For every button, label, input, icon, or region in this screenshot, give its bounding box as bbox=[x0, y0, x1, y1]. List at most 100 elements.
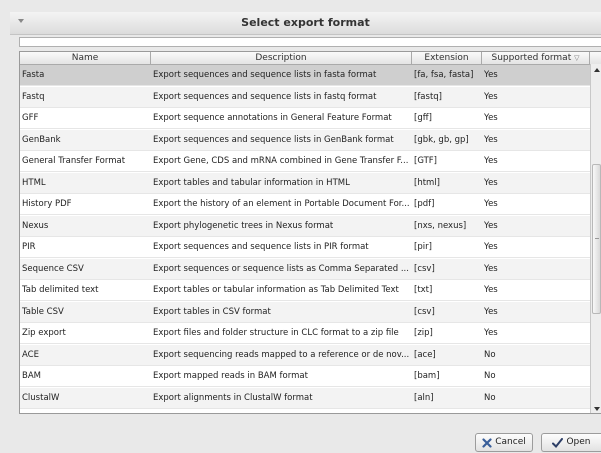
format-name: Sequence CSV bbox=[22, 263, 84, 274]
format-name: PIR bbox=[22, 242, 36, 252]
table-row[interactable]: Table CSV Export tables in CSV format [csv… bbox=[20, 301, 590, 323]
table-row[interactable]: GenBank Export sequences and sequence lis… bbox=[20, 129, 590, 151]
scrollbar-thumb[interactable] bbox=[592, 164, 601, 314]
table-row[interactable]: Fastq Export sequences and sequence lists… bbox=[20, 86, 590, 108]
scroll-up-icon[interactable] bbox=[594, 68, 600, 72]
format-supported: Yes bbox=[484, 306, 498, 317]
format-name: Tab delimited text bbox=[22, 285, 99, 295]
format-supported: Yes bbox=[484, 177, 498, 188]
format-name: Table CSV bbox=[22, 306, 64, 317]
format-description: Export mapped reads in BAM format bbox=[153, 371, 308, 381]
cancel-button[interactable]: Cancel bbox=[475, 433, 533, 452]
scroll-down-icon[interactable] bbox=[594, 407, 600, 411]
format-extension: [csv] bbox=[414, 306, 435, 317]
format-name: GFF bbox=[22, 113, 39, 123]
table-row[interactable]: ClustalW Export alignments in ClustalW fo… bbox=[20, 387, 590, 409]
format-supported: No bbox=[484, 371, 496, 381]
window-titlebar: Select export format bbox=[10, 12, 601, 35]
table-row[interactable]: General Transfer Format Export Gene, CDS … bbox=[20, 151, 590, 172]
format-name: Nexus bbox=[22, 220, 49, 231]
format-supported: Yes bbox=[484, 285, 498, 295]
format-supported: Yes bbox=[484, 134, 498, 145]
table-row[interactable]: Fasta Export sequences and sequence lists… bbox=[20, 65, 590, 86]
open-button[interactable]: Open bbox=[541, 433, 601, 452]
table-row[interactable]: ACE Export sequencing reads mapped to a r… bbox=[20, 344, 590, 366]
format-extension: [fastq] bbox=[414, 91, 442, 102]
format-extension: [fa, fsa, fasta] bbox=[414, 70, 474, 80]
table-row[interactable]: Sequence CSV Export sequences or sequence… bbox=[20, 258, 590, 280]
format-supported: Yes bbox=[484, 70, 498, 80]
format-description: Export Gene, CDS and mRNA combined in Ge… bbox=[153, 156, 409, 166]
format-supported: No bbox=[484, 392, 496, 403]
format-description: Export tables or tabular information as … bbox=[153, 285, 399, 295]
format-extension: [csv] bbox=[414, 263, 435, 274]
format-supported: Yes bbox=[484, 199, 498, 209]
format-extension: [pir] bbox=[414, 242, 432, 252]
format-name: ACE bbox=[22, 349, 39, 360]
column-header-supported-format[interactable]: Supported format ▽ bbox=[482, 52, 590, 64]
format-name: Fastq bbox=[22, 91, 45, 102]
format-description: Export sequences and sequence lists in f… bbox=[153, 91, 377, 102]
format-supported: Yes bbox=[484, 113, 498, 123]
format-supported: Yes bbox=[484, 328, 498, 338]
format-description: Export sequencing reads mapped to a refe… bbox=[153, 349, 410, 360]
table-row[interactable]: Tab delimited text Export tables or tabul… bbox=[20, 280, 590, 301]
format-description: Export sequences and sequence lists in P… bbox=[153, 242, 369, 252]
format-extension: [aln] bbox=[414, 392, 434, 403]
format-name: History PDF bbox=[22, 199, 72, 209]
format-supported: Yes bbox=[484, 242, 498, 252]
format-name: ClustalW bbox=[22, 392, 60, 403]
sort-descending-icon: ▽ bbox=[574, 54, 580, 62]
format-supported: Yes bbox=[484, 220, 498, 231]
table-row[interactable]: Zip export Export files and folder struct… bbox=[20, 323, 590, 344]
filter-input[interactable] bbox=[19, 37, 601, 47]
format-supported: Yes bbox=[484, 91, 498, 102]
format-description: Export sequences and sequence lists in f… bbox=[153, 70, 377, 80]
format-supported: No bbox=[484, 349, 496, 360]
format-description: Export phylogenetic trees in Nexus forma… bbox=[153, 220, 334, 231]
format-name: Zip export bbox=[22, 328, 66, 338]
format-name: GenBank bbox=[22, 134, 61, 145]
format-extension: [gff] bbox=[414, 113, 432, 123]
format-description: Export sequences or sequence lists as Co… bbox=[153, 263, 409, 274]
format-extension: [gbk, gb, gp] bbox=[414, 134, 469, 145]
format-extension: [ace] bbox=[414, 349, 436, 360]
table-row[interactable]: PIR Export sequences and sequence lists i… bbox=[20, 237, 590, 258]
format-extension: [bam] bbox=[414, 371, 440, 381]
format-description: Export alignments in ClustalW format bbox=[153, 392, 313, 403]
table-row[interactable]: HTML Export tables and tabular informatio… bbox=[20, 172, 590, 194]
format-name: BAM bbox=[22, 371, 41, 381]
table-row[interactable]: Nexus Export phylogenetic trees in Nexus … bbox=[20, 215, 590, 237]
x-icon bbox=[482, 437, 492, 448]
table-row[interactable]: GFF Export sequence annotations in Genera… bbox=[20, 108, 590, 129]
format-extension: [html] bbox=[414, 177, 440, 188]
open-label: Open bbox=[566, 437, 591, 447]
format-description: Export tables in CSV format bbox=[153, 306, 271, 317]
format-name: General Transfer Format bbox=[22, 156, 126, 166]
table-row[interactable]: BAM Export mapped reads in BAM format [bam… bbox=[20, 366, 590, 387]
table-header: Name Description Extension Supported for… bbox=[20, 52, 601, 65]
column-header-name[interactable]: Name bbox=[20, 52, 151, 64]
format-extension: [txt] bbox=[414, 285, 433, 295]
checkmark-icon bbox=[552, 437, 564, 448]
column-header-extension[interactable]: Extension bbox=[412, 52, 482, 64]
format-description: Export tables and tabular information in… bbox=[153, 177, 350, 188]
export-format-table: Name Description Extension Supported for… bbox=[19, 51, 601, 414]
format-supported: Yes bbox=[484, 263, 498, 274]
format-description: Export the history of an element in Port… bbox=[153, 199, 410, 209]
column-header-description[interactable]: Description bbox=[151, 52, 412, 64]
format-description: Export sequences and sequence lists in G… bbox=[153, 134, 394, 145]
format-extension: [zip] bbox=[414, 328, 433, 338]
format-supported: Yes bbox=[484, 156, 498, 166]
cancel-label: Cancel bbox=[495, 437, 526, 447]
format-name: HTML bbox=[22, 177, 46, 188]
format-description: Export sequence annotations in General F… bbox=[153, 113, 392, 123]
window-title: Select export format bbox=[241, 16, 370, 29]
format-extension: [nxs, nexus] bbox=[414, 220, 467, 231]
format-name: Fasta bbox=[22, 70, 45, 80]
table-row[interactable]: History PDF Export the history of an elem… bbox=[20, 194, 590, 215]
format-extension: [pdf] bbox=[414, 199, 435, 209]
format-extension: [GTF] bbox=[414, 156, 437, 166]
vertical-scrollbar[interactable] bbox=[590, 64, 601, 413]
format-description: Export files and folder structure in CLC… bbox=[153, 328, 399, 338]
